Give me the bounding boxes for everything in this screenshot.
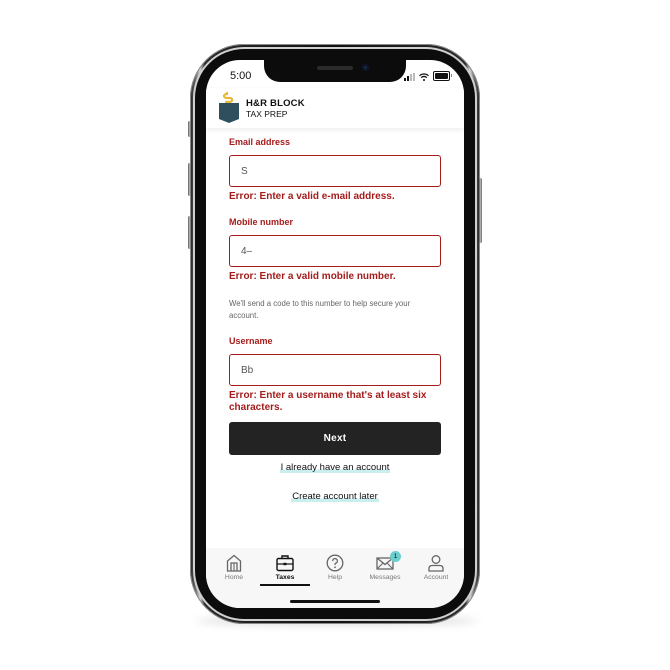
phone-screen: 5:00 H&R BLOCK TAX PREP Email address Er… — [206, 60, 464, 608]
tab-taxes[interactable]: Taxes — [260, 554, 310, 581]
username-error: Error: Enter a username that's at least … — [229, 390, 427, 413]
tab-help-label: Help — [328, 574, 342, 581]
create-later-link-wrap: Create account later — [206, 491, 464, 502]
tab-help[interactable]: Help — [310, 554, 360, 581]
hr-block-logo-icon — [219, 92, 239, 123]
status-icons — [404, 71, 452, 81]
email-error: Error: Enter a valid e-mail address. — [229, 191, 395, 202]
email-field-group: Email address Error: Enter a valid e-mai… — [229, 136, 441, 203]
email-input[interactable] — [229, 155, 441, 187]
signal-icon — [404, 73, 415, 81]
briefcase-icon — [276, 555, 294, 572]
mobile-input[interactable] — [229, 235, 441, 267]
have-account-link-wrap: I already have an account — [206, 462, 464, 473]
status-time: 5:00 — [230, 70, 252, 82]
tab-messages[interactable]: 1 Messages — [360, 551, 410, 581]
notch — [264, 60, 406, 82]
have-account-link[interactable]: I already have an account — [279, 462, 391, 473]
power-button — [479, 178, 482, 243]
tab-account-label: Account — [423, 574, 449, 581]
wifi-icon — [419, 73, 429, 81]
tab-taxes-label: Taxes — [275, 574, 295, 581]
tab-home[interactable]: Home — [209, 554, 259, 581]
user-icon — [428, 555, 444, 572]
username-input[interactable] — [229, 354, 441, 386]
home-indicator[interactable] — [290, 600, 380, 603]
mobile-label: Mobile number — [229, 217, 294, 227]
mobile-helper-text: We'll send a code to this number to help… — [229, 299, 411, 320]
speaker — [317, 66, 353, 70]
silent-switch — [188, 121, 191, 137]
mobile-error: Error: Enter a valid mobile number. — [229, 271, 396, 282]
create-account-form: Email address Error: Enter a valid e-mai… — [229, 136, 441, 414]
front-camera — [362, 64, 369, 71]
tab-home-label: Home — [224, 574, 244, 581]
volume-up-button — [188, 163, 191, 196]
help-icon — [326, 554, 344, 572]
bottom-tab-bar: Home Taxes Help 1 Messages Account — [206, 548, 464, 608]
messages-badge: 1 — [390, 551, 401, 562]
tab-account[interactable]: Account — [411, 554, 461, 581]
username-field-group: Username Error: Enter a username that's … — [229, 335, 441, 414]
brand-subtitle: TAX PREP — [246, 109, 288, 119]
email-label: Email address — [229, 137, 291, 147]
brand-name: H&R BLOCK — [246, 98, 305, 109]
tab-messages-label: Messages — [369, 574, 401, 581]
app-header: H&R BLOCK TAX PREP — [206, 88, 464, 128]
username-label: Username — [229, 336, 273, 346]
next-button[interactable]: Next — [229, 422, 441, 455]
battery-icon — [433, 71, 452, 81]
active-tab-indicator — [260, 584, 310, 586]
volume-down-button — [188, 216, 191, 249]
home-icon — [226, 554, 242, 572]
create-later-link[interactable]: Create account later — [291, 491, 379, 502]
mobile-field-group: Mobile number Error: Enter a valid mobil… — [229, 216, 441, 322]
